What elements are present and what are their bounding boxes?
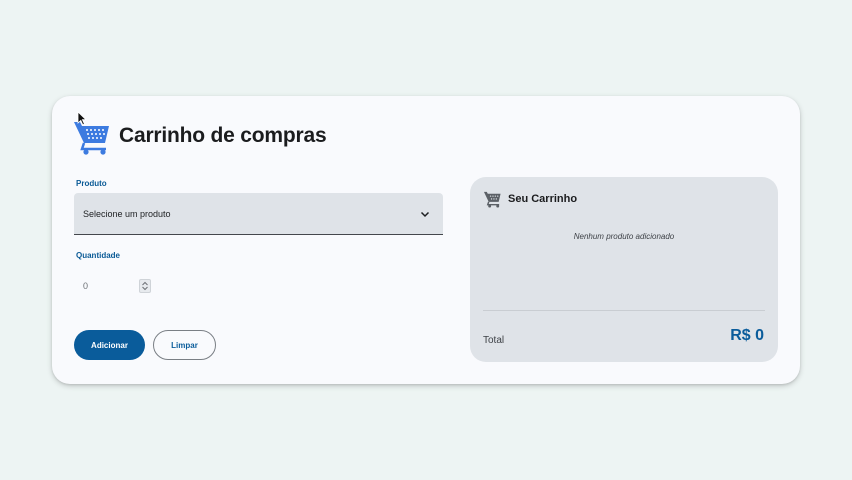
add-button[interactable]: Adicionar	[74, 330, 145, 360]
page-title: Carrinho de compras	[119, 124, 327, 147]
page-header: Carrinho de compras	[72, 116, 327, 156]
cart-divider	[483, 310, 765, 311]
clear-button[interactable]: Limpar	[153, 330, 216, 360]
product-label: Produto	[76, 179, 107, 188]
spinner-arrows-icon[interactable]	[139, 279, 151, 293]
shopping-cart-icon	[483, 191, 501, 208]
chevron-down-icon	[420, 211, 430, 217]
empty-cart-message: Nenhum produto adicionado	[573, 232, 675, 241]
product-select-value: Selecione um produto	[83, 208, 171, 219]
cart-panel: Seu Carrinho Nenhum produto adicionado T…	[470, 177, 778, 362]
total-value: R$ 0	[730, 327, 764, 344]
shopping-cart-card: Carrinho de compras Produto Selecione um…	[52, 96, 800, 384]
product-select[interactable]: Selecione um produto	[74, 193, 443, 235]
quantity-label: Quantidade	[76, 251, 121, 260]
mouse-cursor-icon	[77, 111, 87, 126]
cart-title: Seu Carrinho	[508, 192, 578, 205]
quantity-input[interactable]: 0	[74, 273, 158, 299]
total-label: Total	[483, 335, 505, 346]
cart-header: Seu Carrinho	[483, 189, 577, 208]
quantity-value: 0	[83, 281, 89, 291]
